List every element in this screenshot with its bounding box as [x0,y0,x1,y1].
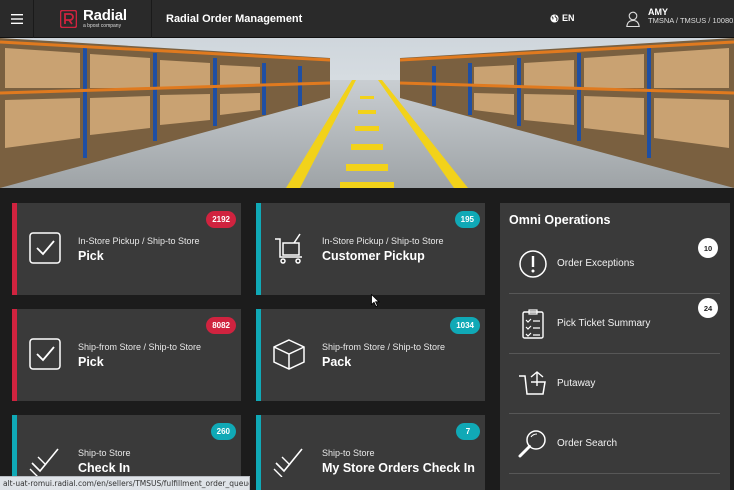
omni-item-label: Pick Ticket Summary [557,318,651,329]
tile-shipfrom-pick[interactable]: Ship-from Store / Ship-to Store Pick 808… [12,309,241,401]
count-badge: 7 [456,423,480,440]
tile-subtitle: Ship-from Store / Ship-to Store [322,342,446,352]
tile-stripe [256,309,261,401]
brand-name: Radial [83,7,127,24]
browser-status-url: alt-uat-romui.radial.com/en/sellers/TMSU… [0,476,250,490]
omni-item-order-exceptions[interactable]: Order Exceptions 10 [509,234,720,294]
hamburger-menu-button[interactable] [0,0,34,38]
tile-subtitle: In-Store Pickup / Ship-to Store [78,236,200,246]
omni-item-label: Putaway [557,378,596,389]
exclamation-icon [519,250,547,278]
omni-item-label: Order Exceptions [557,258,635,269]
putaway-icon [519,371,546,395]
omni-title: Omni Operations [509,213,611,227]
radial-logo-icon [60,9,77,28]
language-label: EN [562,13,575,23]
omni-item-putaway[interactable]: Putaway [509,354,720,414]
checkbox-icon [29,338,61,370]
count-badge: 10 [698,238,718,258]
count-badge: 260 [210,423,236,440]
checkbox-icon [29,232,61,264]
globe-icon [550,13,559,23]
count-badge: 1034 [450,317,480,334]
tile-title: Pick [78,355,104,369]
tile-title: Pack [322,355,352,369]
tile-stripe [256,415,261,490]
tile-my-store-check-in[interactable]: Ship-to Store My Store Orders Check In 7 [256,415,485,490]
tile-title: Customer Pickup [322,249,425,263]
user-menu[interactable]: AMY TMSNA / TMSUS / 100801 [626,7,734,27]
mouse-cursor-icon [371,294,380,307]
clipboard-icon [522,309,544,339]
tile-stripe [256,203,261,295]
tile-stripe [12,309,17,401]
tile-pack[interactable]: Ship-from Store / Ship-to Store Pack 103… [256,309,485,401]
count-badge: 24 [698,298,718,318]
warehouse-hero-image [0,38,734,188]
tile-subtitle: Ship-to Store [322,448,375,458]
omni-item-pick-ticket-summary[interactable]: Pick Ticket Summary 24 [509,294,720,354]
tile-instore-pick[interactable]: In-Store Pickup / Ship-to Store Pick 219… [12,203,241,295]
hamburger-icon [10,13,23,24]
brand-logo[interactable]: Radial a bpost company [34,0,152,38]
tile-title: Check In [78,461,131,475]
omni-operations-panel: Omni Operations Order Exceptions 10 Pick… [500,203,730,490]
tile-title: Pick [78,249,104,263]
user-icon [626,11,640,27]
language-selector[interactable]: EN [550,13,575,23]
tile-subtitle: In-Store Pickup / Ship-to Store [322,236,444,246]
count-badge: 8082 [206,317,236,334]
tile-title: My Store Orders Check In [322,461,475,475]
count-badge: 2192 [206,211,236,228]
top-header: Radial a bpost company Radial Order Mana… [0,0,734,38]
app-title: Radial Order Management [166,12,303,25]
omni-item-order-search[interactable]: Order Search [509,414,720,474]
tile-stripe [12,203,17,295]
count-badge: 195 [454,211,480,228]
omni-item-label: Order Search [557,438,618,449]
check-in-icon [273,448,303,477]
brand-tagline: a bpost company [83,23,122,29]
tile-customer-pickup[interactable]: In-Store Pickup / Ship-to Store Customer… [256,203,485,295]
warehouse-illustration [0,38,734,188]
search-icon [518,430,546,458]
user-org: TMSNA / TMSUS / 100801 [648,16,734,26]
tile-subtitle: Ship-to Store [78,448,131,458]
box-icon [273,339,305,370]
cart-icon [275,233,302,264]
check-in-icon [29,448,59,477]
tile-subtitle: Ship-from Store / Ship-to Store [78,342,202,352]
